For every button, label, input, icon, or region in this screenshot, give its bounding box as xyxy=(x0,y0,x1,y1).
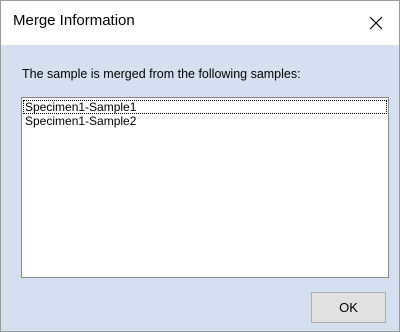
dialog-title: Merge Information xyxy=(13,12,135,29)
samples-listbox[interactable]: Specimen1-Sample1 Specimen1-Sample2 xyxy=(21,97,389,278)
merge-message: The sample is merged from the following … xyxy=(22,67,301,81)
close-icon xyxy=(369,16,383,30)
merge-information-dialog: Merge Information The sample is merged f… xyxy=(0,0,400,332)
title-bar[interactable]: Merge Information xyxy=(1,1,399,45)
ok-button[interactable]: OK xyxy=(311,292,386,323)
list-item[interactable]: Specimen1-Sample1 xyxy=(23,100,387,114)
list-item[interactable]: Specimen1-Sample2 xyxy=(23,114,387,128)
close-button[interactable] xyxy=(353,1,399,45)
